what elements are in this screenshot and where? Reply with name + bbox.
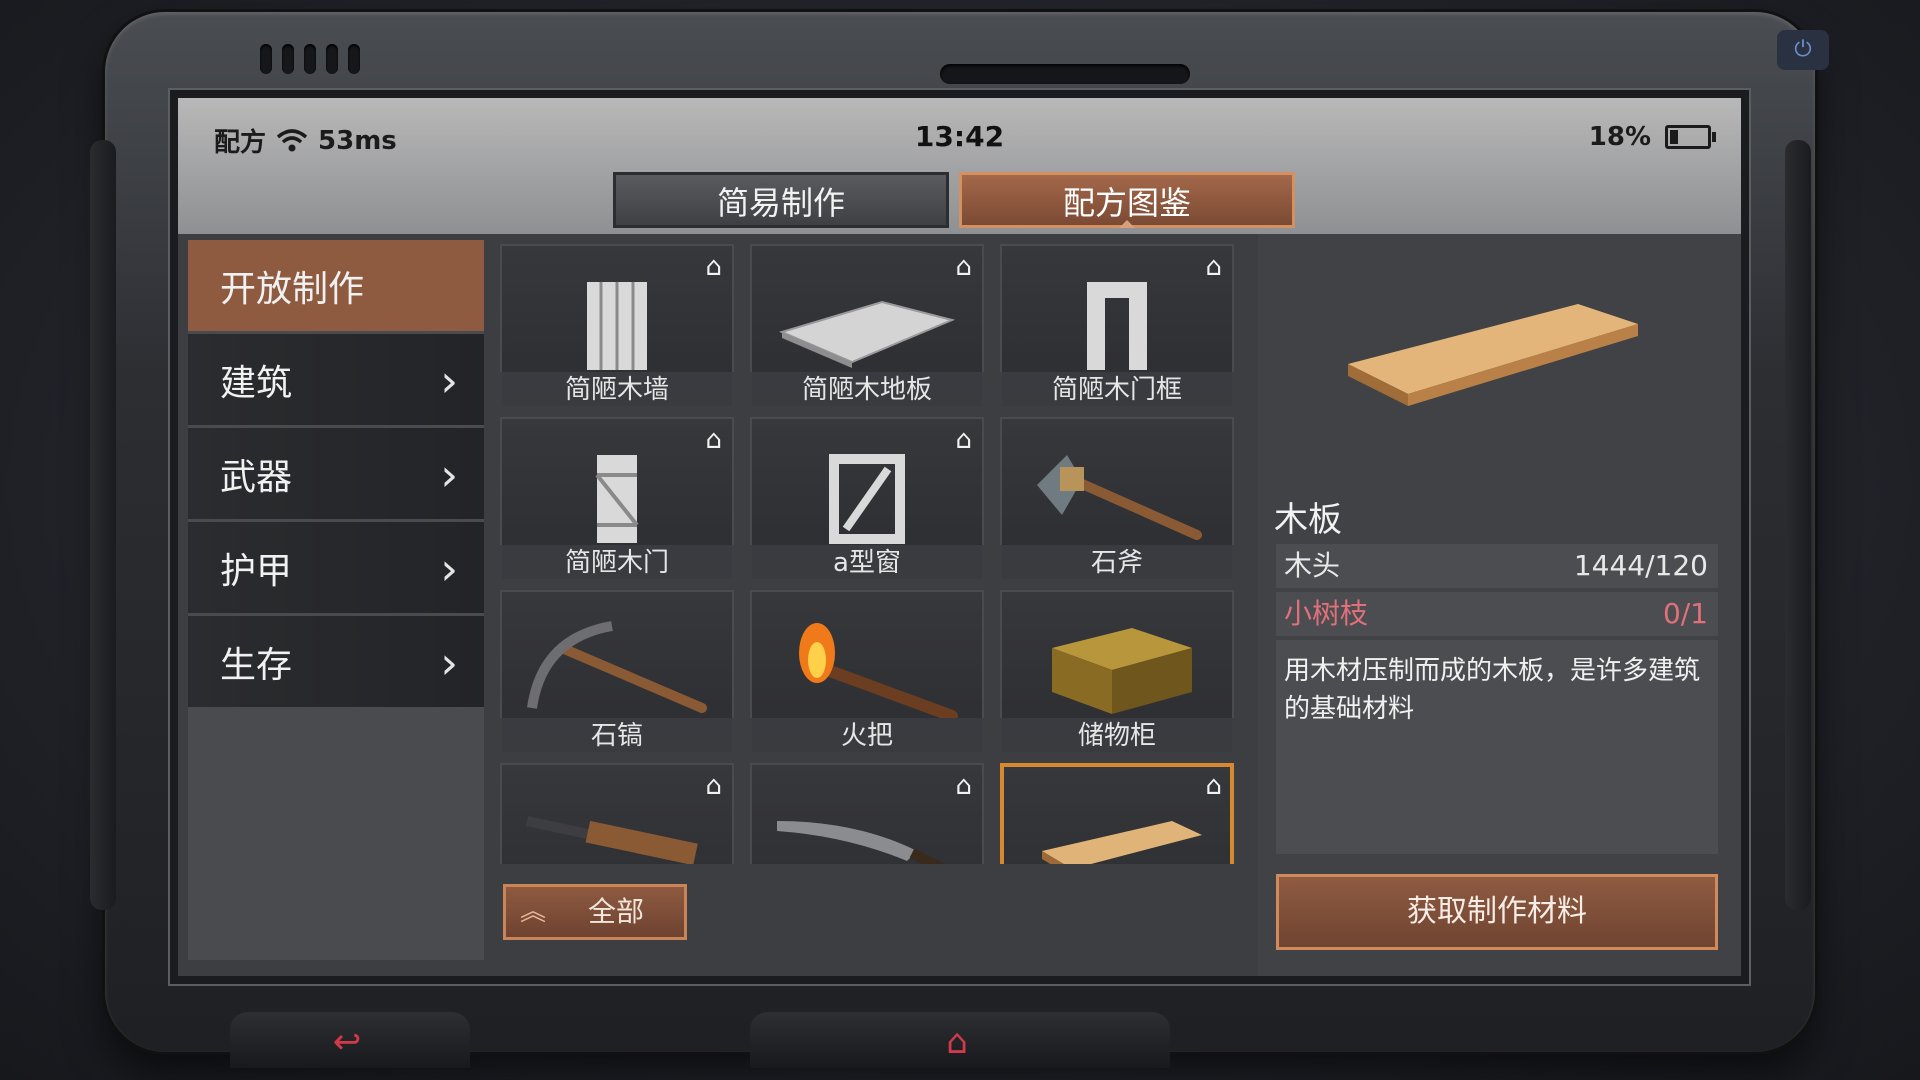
show-all-label: 全部: [588, 895, 645, 928]
home-icon: ⌂: [955, 771, 972, 801]
tab-recipe-book[interactable]: 配方图鉴: [959, 172, 1295, 228]
sidebar-item-survival[interactable]: 生存 ›: [188, 616, 484, 710]
home-icon: ⌂: [1205, 252, 1222, 282]
recipe-label: 简陋木地板: [750, 372, 984, 408]
chevron-right-icon: ›: [440, 544, 458, 595]
recipe-storage-box[interactable]: 储物柜: [1000, 590, 1234, 754]
clock: 13:42: [914, 120, 1005, 153]
recipe-crude-wood-doorframe[interactable]: ⌂ 简陋木门框: [1000, 244, 1234, 408]
tab-simple-craft[interactable]: 简易制作: [613, 172, 949, 228]
material-row: 小树枝 0/1: [1276, 592, 1718, 636]
category-sidebar: 开放制作 建筑 › 武器 › 护甲 › 生存 ›: [188, 240, 484, 960]
wood-floor-image: [779, 300, 956, 368]
recipe-wood-plank[interactable]: ⌂: [1000, 763, 1234, 864]
get-materials-button[interactable]: 获取制作材料: [1276, 874, 1718, 950]
recipe-a-frame-window[interactable]: ⌂ a型窗: [750, 417, 984, 581]
recipe-shotgun[interactable]: ⌂: [500, 763, 734, 864]
chevron-right-icon: ›: [440, 638, 458, 689]
device-vents: [260, 44, 360, 74]
recipe-stone-pickaxe[interactable]: 石镐: [500, 590, 734, 754]
home-icon: ⌂: [705, 771, 722, 801]
wood-door-image: [595, 455, 639, 543]
sidebar-item-open-craft[interactable]: 开放制作: [188, 240, 484, 334]
sidebar-item-label: 武器: [220, 456, 293, 498]
power-icon[interactable]: ⏻: [1777, 30, 1829, 70]
screen: 配方 53ms 13:42 18% 简易制作 配方图鉴 开放制作 建筑 › 武器…: [178, 98, 1741, 976]
material-name: 木头: [1284, 549, 1341, 582]
status-bar: 配方 53ms 13:42 18% 简易制作 配方图鉴: [178, 98, 1741, 234]
item-title: 木板: [1274, 500, 1342, 540]
recipe-label: 简陋木墙: [500, 372, 734, 408]
machete-image: [777, 821, 946, 864]
home-icon[interactable]: ⌂: [922, 1020, 992, 1064]
recipe-grid: ⌂ 简陋木墙 ⌂ 简陋木地板 ⌂ 简陋木门框 ⌂ 简陋木门 ⌂ a型窗 石斧 石…: [500, 244, 1252, 864]
show-all-button[interactable]: ︽ 全部: [503, 884, 687, 940]
recipe-label: a型窗: [750, 545, 984, 581]
sidebar-item-armor[interactable]: 护甲 ›: [188, 522, 484, 616]
chevron-right-icon: ›: [440, 450, 458, 501]
collapse-up-icon: ︽: [520, 897, 547, 927]
home-icon: ⌂: [955, 252, 972, 282]
torch-image: [799, 623, 958, 718]
recipe-label: 简陋木门: [500, 545, 734, 581]
recipe-crude-wood-floor[interactable]: ⌂ 简陋木地板: [750, 244, 984, 408]
sidebar-item-label: 生存: [220, 644, 293, 686]
battery-icon: [1665, 125, 1716, 149]
detail-panel: 木板 木头 1444/120 小树枝 0/1 用木材压制而成的木板，是许多建筑的…: [1258, 234, 1741, 976]
sidebar-item-label: 护甲: [220, 550, 293, 592]
material-name: 小树枝: [1284, 597, 1369, 630]
stone-pickaxe-image: [527, 621, 707, 713]
window-image: [829, 454, 905, 544]
home-icon: ⌂: [1205, 771, 1222, 801]
recipe-label: 石镐: [500, 718, 734, 754]
wood-wall-image: [587, 282, 647, 370]
left-rail: [90, 140, 116, 910]
stone-axe-image: [1037, 455, 1202, 540]
back-icon[interactable]: ↩: [312, 1020, 382, 1064]
recipe-machete[interactable]: ⌂: [750, 763, 984, 864]
recipe-label: 储物柜: [1000, 718, 1234, 754]
selected-item-image: [1348, 304, 1638, 406]
shotgun-image: [525, 816, 698, 864]
sidebar-item-building[interactable]: 建筑 ›: [188, 334, 484, 428]
recipe-crude-wood-door[interactable]: ⌂ 简陋木门: [500, 417, 734, 581]
status-right: 18%: [1588, 122, 1716, 152]
sidebar-item-label: 开放制作: [220, 268, 365, 310]
item-description: 用木材压制而成的木板，是许多建筑的基础材料: [1276, 640, 1718, 854]
home-icon: ⌂: [705, 425, 722, 455]
wood-plank-image: [1042, 821, 1202, 864]
material-count: 1444/120: [1573, 549, 1708, 582]
right-rail: [1785, 140, 1811, 910]
battery-percent: 18%: [1588, 122, 1651, 152]
sidebar-item-label: 建筑: [220, 362, 293, 404]
recipe-label: 石斧: [1000, 545, 1234, 581]
material-row: 木头 1444/120: [1276, 544, 1718, 588]
recipe-stone-axe[interactable]: 石斧: [1000, 417, 1234, 581]
recipe-crude-wood-wall[interactable]: ⌂ 简陋木墙: [500, 244, 734, 408]
sidebar-item-weapons[interactable]: 武器 ›: [188, 428, 484, 522]
device-speaker: [940, 64, 1190, 84]
chevron-right-icon: ›: [440, 356, 458, 407]
content-area: 开放制作 建筑 › 武器 › 护甲 › 生存 › ⌂ 简陋木墙 ⌂ 简陋木地板 …: [178, 234, 1741, 976]
material-count: 0/1: [1662, 597, 1708, 630]
doorframe-image: [1087, 282, 1147, 370]
recipe-label: 简陋木门框: [1000, 372, 1234, 408]
storage-box-image: [1052, 628, 1192, 714]
recipe-label: 火把: [750, 718, 984, 754]
tab-bar: 简易制作 配方图鉴: [613, 172, 1295, 228]
home-icon: ⌂: [705, 252, 722, 282]
home-icon: ⌂: [955, 425, 972, 455]
recipe-torch[interactable]: 火把: [750, 590, 984, 754]
